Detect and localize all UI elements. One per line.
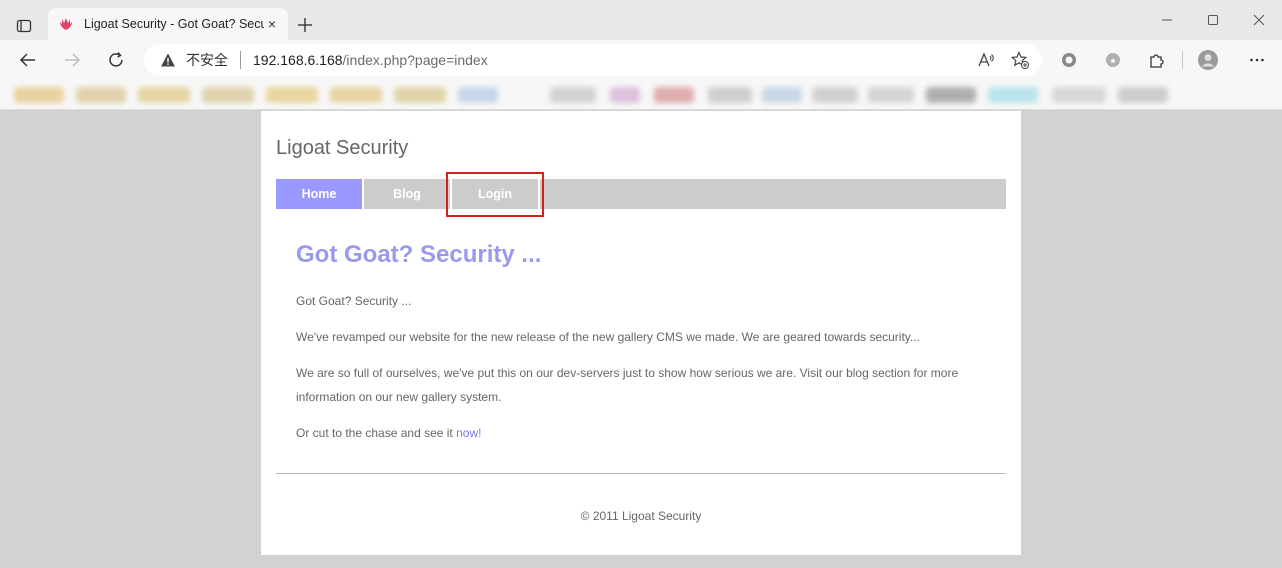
arrow-right-icon	[65, 53, 81, 67]
bookmark-item[interactable]	[1052, 87, 1106, 103]
bookmark-item[interactable]	[458, 87, 498, 103]
bookmark-item[interactable]	[138, 87, 190, 103]
dev-servers-paragraph: We are so full of ourselves, we've put t…	[296, 366, 959, 404]
footer-divider	[276, 473, 1006, 474]
extensions-puzzle-icon[interactable]	[1142, 45, 1172, 75]
bookmark-item[interactable]	[654, 87, 694, 103]
browser-tab[interactable]: Ligoat Security - Got Goat? Secu ×	[48, 8, 288, 40]
tab-title: Ligoat Security - Got Goat? Secu	[84, 17, 264, 31]
chase-text: Or cut to the chase and see it	[296, 426, 457, 440]
bookmark-item[interactable]	[202, 87, 254, 103]
svg-text:★: ★	[1109, 57, 1116, 66]
back-button[interactable]	[12, 45, 44, 75]
security-status-label[interactable]: 不安全	[186, 50, 228, 70]
main-menu: Home Blog Login	[276, 179, 1006, 209]
add-favorite-icon[interactable]	[1010, 50, 1030, 70]
tab-strip: Ligoat Security - Got Goat? Secu ×	[0, 0, 1282, 40]
minimize-button[interactable]	[1144, 0, 1190, 40]
revamp-paragraph: We've revamped our website for the new r…	[296, 330, 920, 344]
profile-avatar-icon[interactable]	[1193, 45, 1223, 75]
refresh-button[interactable]	[100, 45, 132, 75]
menu-item-login[interactable]: Login	[452, 179, 540, 209]
close-icon	[1253, 14, 1265, 26]
bookmark-item[interactable]	[926, 87, 976, 103]
goat-favicon-icon	[58, 16, 74, 32]
extension-circle-icon[interactable]	[1054, 45, 1084, 75]
bookmark-item[interactable]	[266, 87, 318, 103]
now-link[interactable]: now!	[456, 426, 481, 440]
bookmark-item[interactable]	[708, 87, 752, 103]
plus-icon	[298, 18, 312, 32]
bookmark-item[interactable]	[868, 87, 914, 103]
new-tab-button[interactable]	[292, 12, 318, 38]
bookmark-item[interactable]	[1118, 87, 1168, 103]
minimize-icon	[1162, 19, 1172, 21]
main-content: Got Goat? Security ... Got Goat? Securit…	[296, 239, 976, 457]
bookmark-item[interactable]	[330, 87, 382, 103]
chase-paragraph: Or cut to the chase and see it now!	[296, 421, 976, 445]
bookmark-item[interactable]	[988, 87, 1038, 103]
menu-item-home[interactable]: Home	[276, 179, 364, 209]
bookmark-item[interactable]	[76, 87, 126, 103]
warning-icon[interactable]	[160, 51, 178, 69]
bookmarks-bar	[0, 80, 1282, 110]
extension-badge-icon[interactable]: ★	[1098, 45, 1128, 75]
bookmark-item[interactable]	[550, 87, 596, 103]
forward-button[interactable]	[56, 45, 88, 75]
toolbar-divider	[1182, 51, 1183, 69]
address-divider	[240, 51, 241, 69]
bookmark-item[interactable]	[14, 87, 64, 103]
maximize-button[interactable]	[1190, 0, 1236, 40]
tab-close-icon[interactable]: ×	[264, 16, 280, 32]
url-path: /index.php?page=index	[342, 52, 488, 68]
menu-item-blog[interactable]: Blog	[364, 179, 452, 209]
bookmark-item[interactable]	[394, 87, 446, 103]
tab-actions-button[interactable]	[10, 12, 38, 40]
close-window-button[interactable]	[1236, 0, 1282, 40]
maximize-icon	[1208, 15, 1218, 25]
bookmark-item[interactable]	[812, 87, 858, 103]
page-container: Ligoat Security Home Blog Login Got Goat…	[261, 111, 1021, 555]
read-aloud-icon[interactable]	[976, 50, 996, 70]
address-bar-actions	[976, 50, 1030, 70]
window-controls	[1144, 0, 1282, 40]
intro-paragraph: Got Goat? Security ...	[296, 294, 412, 308]
tab-actions-icon	[16, 19, 32, 33]
page-heading: Got Goat? Security ...	[296, 241, 542, 268]
refresh-icon	[109, 52, 123, 67]
browser-toolbar: 不安全 192.168.6.168 /index.php?page=index …	[0, 40, 1282, 80]
bookmark-item[interactable]	[610, 87, 640, 103]
site-name: Ligoat Security	[276, 137, 409, 159]
bookmark-item[interactable]	[762, 87, 802, 103]
address-bar[interactable]: 不安全 192.168.6.168 /index.php?page=index	[144, 44, 1042, 76]
more-options-icon[interactable]	[1242, 45, 1272, 75]
footer-copyright: © 2011 Ligoat Security	[580, 509, 702, 523]
url-host: 192.168.6.168	[253, 52, 343, 68]
arrow-left-icon	[19, 53, 35, 67]
